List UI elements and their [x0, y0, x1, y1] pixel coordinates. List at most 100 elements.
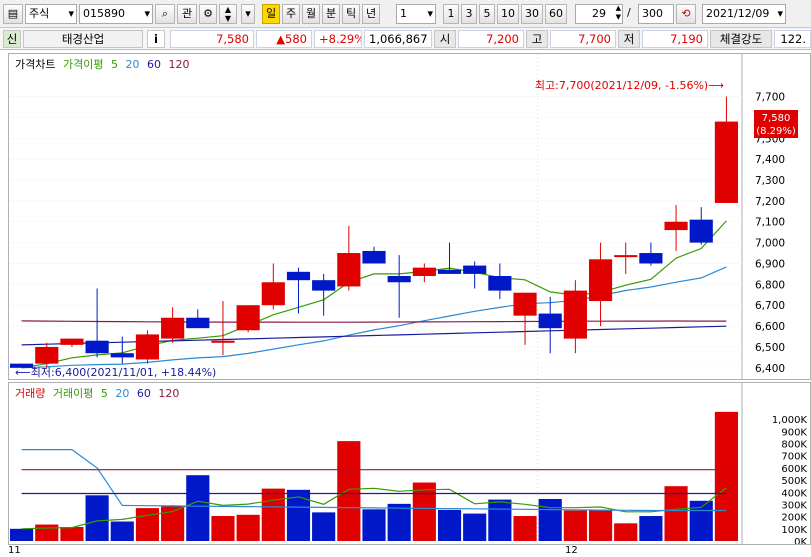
price-chart-panel[interactable]: 7,7007,6007,5007,4007,3007,2007,1007,000…	[8, 53, 811, 380]
x-axis: 11 12	[0, 545, 811, 557]
volume-bars	[10, 411, 738, 541]
price-ma60-line	[21, 325, 727, 346]
volume-ma20-line	[21, 449, 727, 512]
price-tick-label: 7,000	[755, 238, 785, 250]
period-tick[interactable]: 틱	[342, 4, 360, 24]
volume-tick-label: 800K	[781, 440, 807, 451]
volume-tick-label: 200K	[781, 513, 807, 524]
price-change: ▲580	[256, 30, 312, 48]
vma60-label: 60	[137, 387, 151, 400]
price-candles	[10, 96, 738, 368]
vma20-label: 20	[115, 387, 129, 400]
candle-body	[664, 221, 688, 231]
candle-body	[236, 305, 260, 331]
price-tick-label: 7,300	[755, 175, 785, 187]
volume-tick-label: 700K	[781, 452, 807, 463]
x-label-dec: 12	[565, 545, 578, 556]
ma60-label: 60	[147, 58, 161, 71]
volume-bar	[437, 509, 462, 541]
volume-bar	[387, 503, 411, 541]
interval-5[interactable]: 5	[479, 4, 495, 24]
volume-bar	[513, 516, 537, 541]
current-price-badge-pct: (8.29%)	[756, 126, 796, 137]
vma120-label: 120	[158, 387, 179, 400]
volume-bar	[186, 475, 210, 541]
count-total-input[interactable]: 300	[638, 4, 674, 24]
interval-60[interactable]: 60	[545, 4, 567, 24]
price-ma120-line	[21, 320, 727, 323]
date-value: 2021/12/09	[706, 7, 770, 20]
interval-select[interactable]: 1 ▾	[396, 4, 436, 24]
price-moving-averages	[21, 220, 727, 369]
strength-label: 체결강도	[710, 30, 772, 48]
candle-body	[85, 340, 109, 354]
refresh-icon[interactable]: ⟲	[676, 4, 696, 24]
stepper-arrows-icon: ▲ ▼	[615, 4, 621, 21]
interval-30[interactable]: 30	[521, 4, 543, 24]
price-chart[interactable]: 7,7007,6007,5007,4007,3007,2007,1007,000…	[9, 54, 810, 379]
price-tick-label: 7,400	[755, 154, 785, 166]
stock-name: 태경산업	[23, 30, 143, 48]
candle-body	[135, 334, 160, 360]
volume-yaxis: 1,000K900K 800K700K600K500K400K300K 200K10…	[772, 415, 808, 548]
volume-bar	[614, 523, 638, 541]
volume-value: 1,066,867	[364, 30, 432, 48]
price-ma5-line	[21, 220, 727, 369]
volume-bar	[337, 441, 361, 541]
price-tick-label: 7,700	[755, 92, 785, 104]
candle-body	[614, 255, 638, 258]
candle-body	[362, 250, 386, 264]
volume-bar	[362, 509, 386, 541]
volume-bar	[10, 528, 34, 541]
updown-stepper-icon[interactable]: ▲ ▼	[219, 4, 237, 24]
period-year[interactable]: 년	[362, 4, 380, 24]
search-icon[interactable]: ⌕	[155, 4, 175, 24]
volume-bar	[135, 508, 160, 541]
market-select-value: 주식	[29, 7, 50, 20]
gear-icon[interactable]: ⚙	[199, 4, 217, 24]
period-week[interactable]: 주	[282, 4, 300, 24]
menu-icon[interactable]: ▤	[3, 4, 23, 24]
volume-tick-label: 0K	[794, 537, 807, 544]
interval-value: 1	[400, 7, 407, 20]
low-label: 저	[618, 30, 640, 48]
chevron-down-icon[interactable]: ▾	[241, 4, 255, 24]
candle-body	[312, 280, 336, 291]
chevron-down-icon: ▾	[144, 7, 150, 20]
candle-body	[261, 282, 285, 306]
market-select[interactable]: 주식 ▾	[25, 4, 77, 24]
candle-body	[689, 219, 713, 243]
price-tick-label: 6,500	[755, 342, 785, 354]
info-button[interactable]: i	[147, 30, 165, 48]
count-stepper[interactable]: 29 ▲ ▼	[575, 4, 623, 24]
volume-bar	[714, 411, 738, 541]
candle-body	[588, 259, 613, 302]
candle-body	[437, 269, 462, 274]
candle-body	[35, 346, 59, 364]
chevron-down-icon: ▾	[68, 7, 74, 20]
stock-code-input[interactable]: 015890 ▾	[79, 4, 153, 24]
volume-tick-label: 500K	[781, 476, 807, 487]
period-month[interactable]: 월	[302, 4, 320, 24]
candle-body	[412, 267, 436, 276]
price-tick-label: 6,700	[755, 300, 785, 312]
candle-body	[60, 338, 84, 345]
volume-chart-panel[interactable]: 1,000K 900K 800K 700K 600K 500K 400K 300K 200K 10…	[8, 382, 811, 548]
min-price-annotation: ⟵최저:6,400(2021/11/01, +18.44%)	[15, 366, 216, 379]
candle-body	[337, 253, 361, 287]
candle-body	[161, 317, 185, 339]
interval-3[interactable]: 3	[461, 4, 477, 24]
date-picker[interactable]: 2021/12/09 ▾	[702, 4, 786, 24]
sector-badge: 신	[3, 30, 21, 48]
volume-chart[interactable]: 1,000K900K800K700K600K500K400K300K200K10…	[9, 383, 810, 548]
period-minute[interactable]: 분	[322, 4, 340, 24]
period-day[interactable]: 일	[262, 4, 280, 24]
volume-bar	[639, 516, 663, 541]
interest-button[interactable]: 관	[177, 4, 197, 24]
volume-tick-label: 100K	[781, 525, 807, 536]
interval-10[interactable]: 10	[497, 4, 519, 24]
candle-body	[488, 276, 512, 291]
price-tick-label: 6,900	[755, 258, 785, 270]
interval-1[interactable]: 1	[443, 4, 459, 24]
max-price-annotation: 최고:7,700(2021/12/09, -1.56%)⟶	[535, 79, 724, 92]
